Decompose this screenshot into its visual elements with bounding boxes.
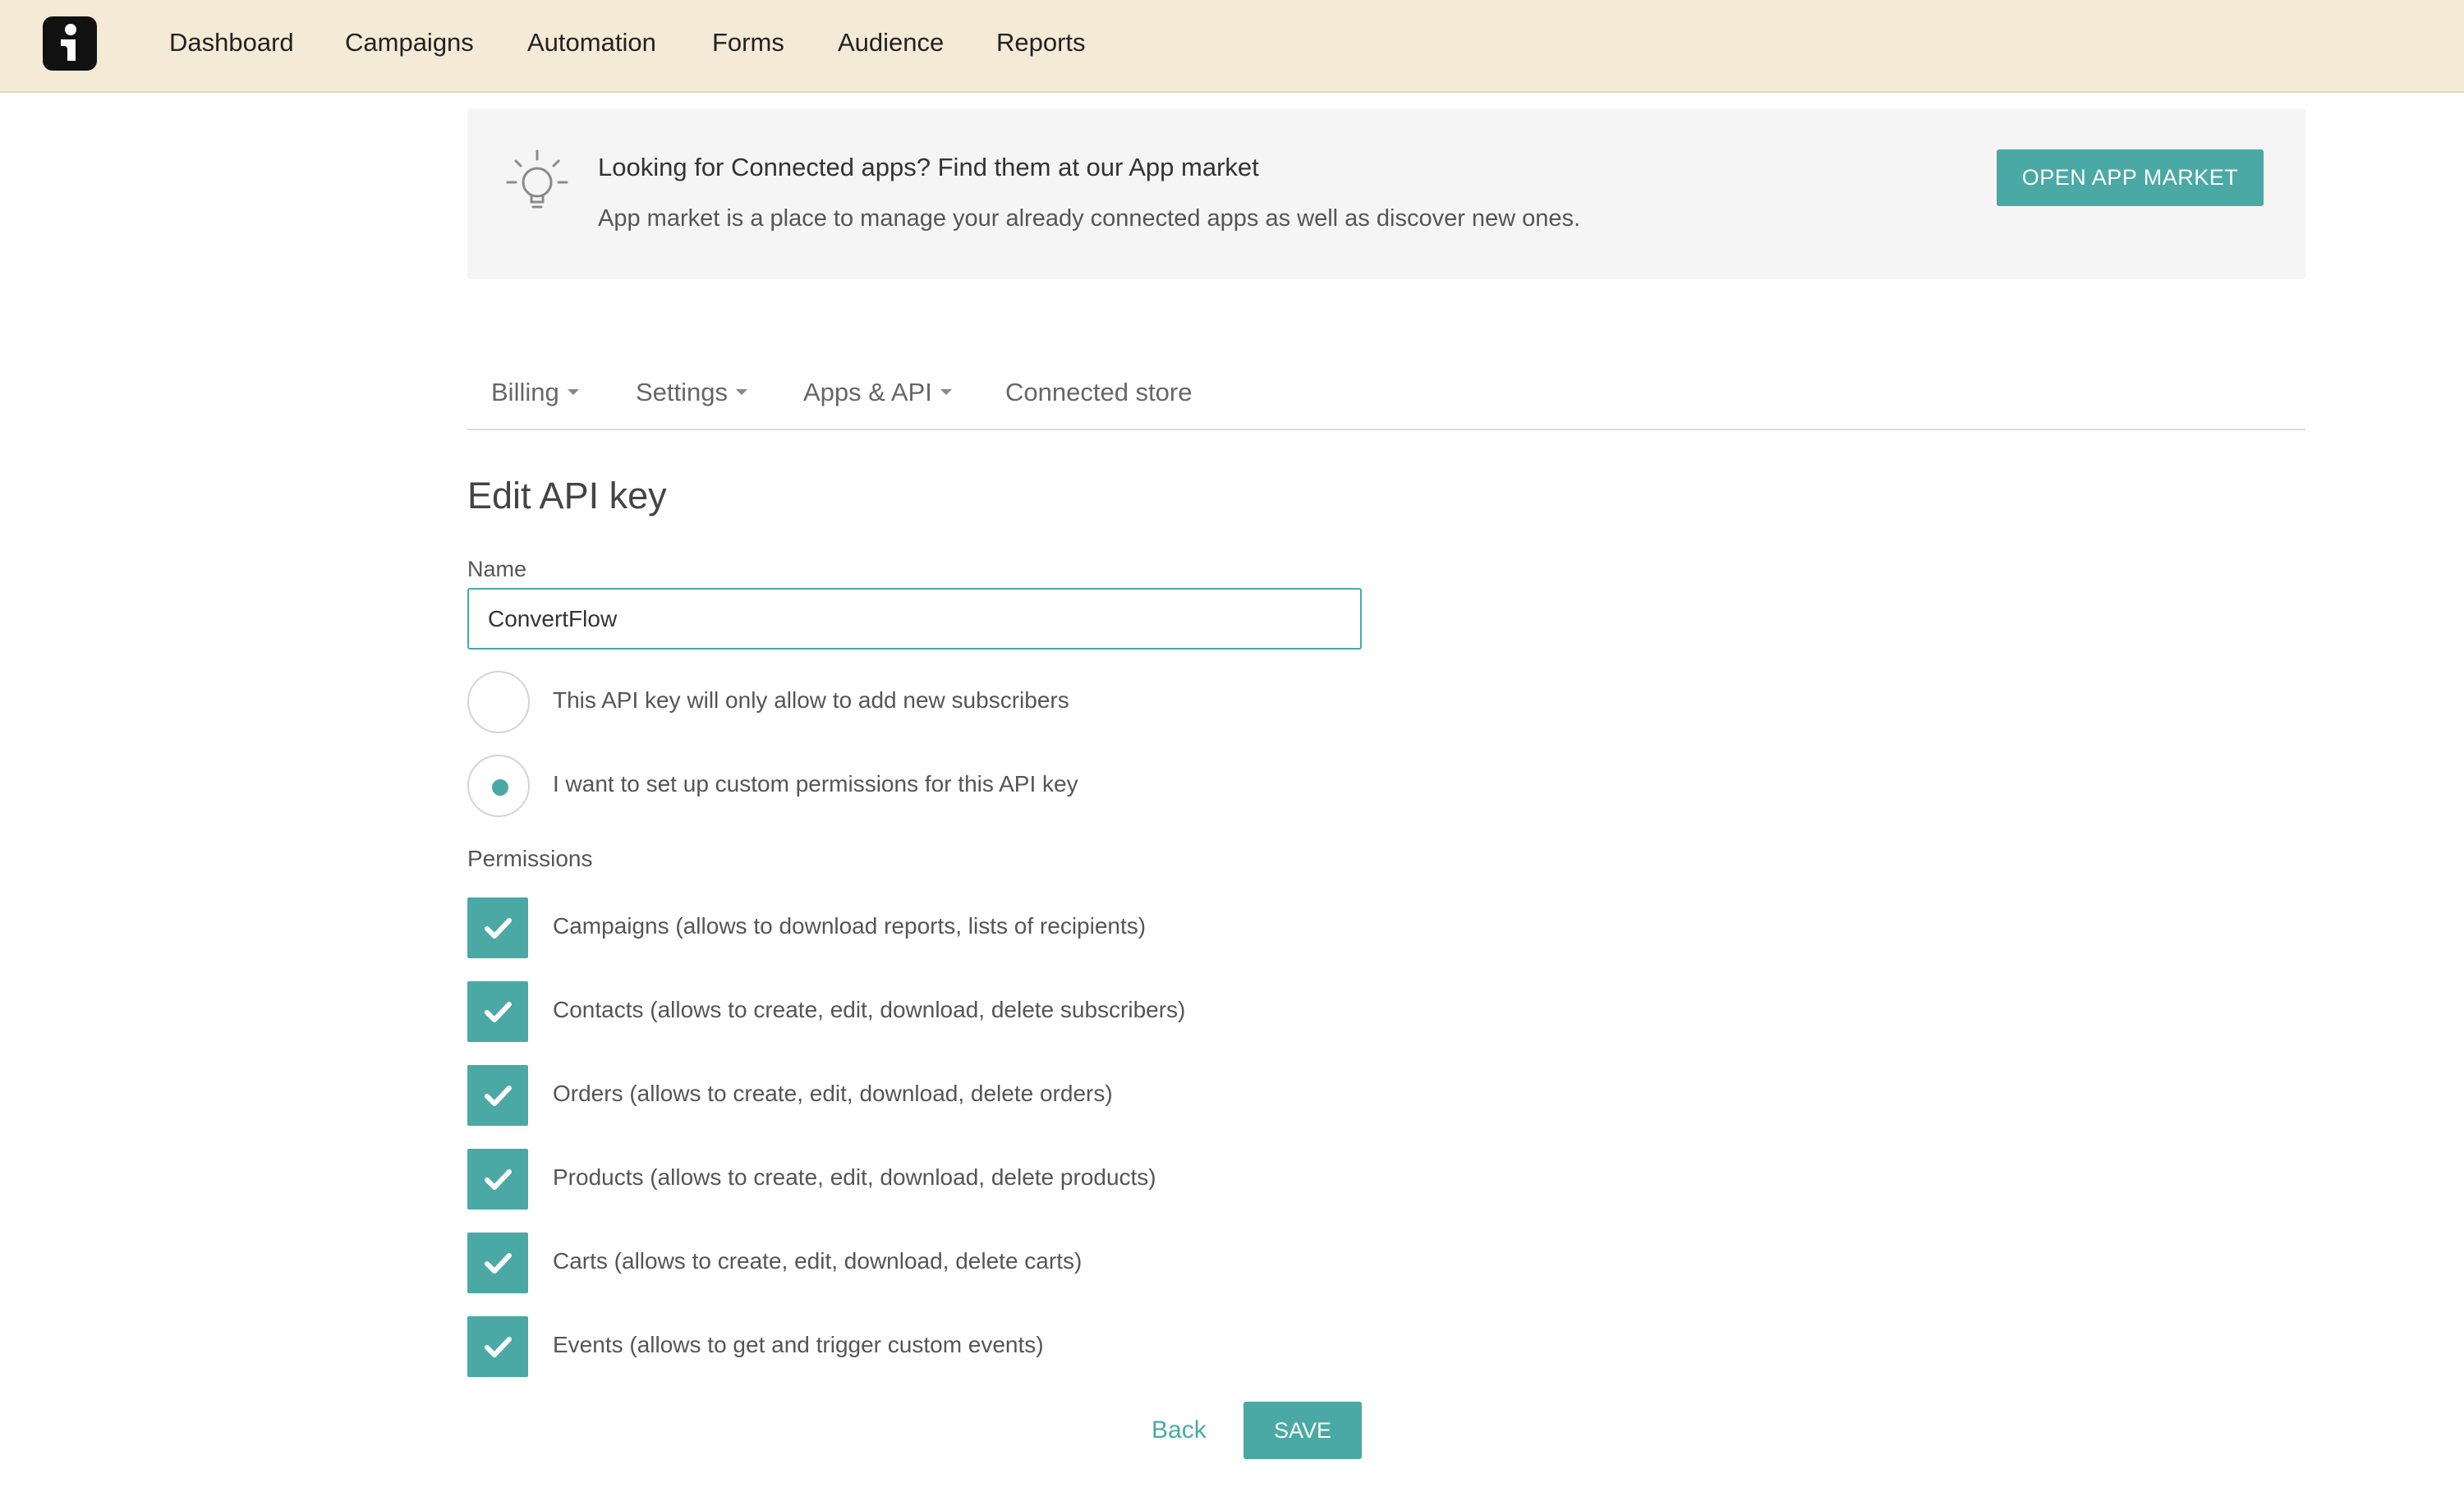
subnav-settings-label: Settings — [636, 378, 729, 406]
banner-description: App market is a place to manage your alr… — [598, 205, 1581, 232]
permissions-label: Permissions — [467, 846, 593, 871]
name-field-label: Name — [467, 557, 527, 581]
checkbox-checked[interactable] — [467, 981, 528, 1042]
checkmark-icon — [485, 1337, 512, 1357]
subnav-apps-api[interactable]: Apps & API — [803, 378, 952, 407]
caret-down-icon — [940, 389, 952, 396]
permission-label: Events (allows to get and trigger custom… — [553, 1332, 1044, 1357]
open-app-market-button[interactable]: OPEN APP MARKET — [1997, 149, 2264, 206]
checkbox-checked[interactable] — [467, 1065, 528, 1126]
subnav-connected-store[interactable]: Connected store — [1005, 378, 1192, 407]
nav-campaigns[interactable]: Campaigns — [345, 28, 474, 57]
nav-audience[interactable]: Audience — [838, 28, 944, 57]
account-subnav: Billing Settings Apps & API Connected st… — [467, 376, 2305, 430]
permission-campaigns[interactable]: Campaigns (allows to download reports, l… — [467, 897, 1617, 958]
permission-events[interactable]: Events (allows to get and trigger custom… — [467, 1316, 1617, 1377]
radio-dot-icon — [492, 779, 508, 796]
save-button[interactable]: SAVE — [1243, 1402, 1362, 1459]
subnav-apps-api-label: Apps & API — [803, 378, 932, 406]
checkbox-checked[interactable] — [467, 1316, 528, 1377]
checkmark-icon — [485, 918, 512, 939]
nav-dashboard[interactable]: Dashboard — [169, 28, 294, 57]
api-key-name-input[interactable] — [467, 588, 1362, 650]
nav-reports[interactable]: Reports — [996, 28, 1086, 57]
caret-down-icon — [567, 389, 579, 396]
radio-option-label: This API key will only allow to add new … — [553, 687, 1069, 713]
nav-automation[interactable]: Automation — [527, 28, 656, 57]
radio-button-unselected[interactable] — [467, 671, 530, 733]
page-title: Edit API key — [467, 475, 667, 516]
radio-add-subscribers-only[interactable]: This API key will only allow to add new … — [467, 671, 1453, 733]
back-link[interactable]: Back — [1152, 1416, 1207, 1444]
permission-label: Products (allows to create, edit, downlo… — [553, 1164, 1156, 1190]
nav-forms[interactable]: Forms — [712, 28, 784, 57]
permission-orders[interactable]: Orders (allows to create, edit, download… — [467, 1065, 1617, 1126]
permission-label: Orders (allows to create, edit, download… — [553, 1081, 1113, 1106]
permission-label: Campaigns (allows to download reports, l… — [553, 913, 1147, 939]
caret-down-icon — [736, 389, 748, 396]
lightbulb-icon — [506, 148, 568, 221]
checkmark-icon — [485, 1002, 512, 1022]
top-navigation-bar: Dashboard Campaigns Automation Forms Aud… — [0, 0, 2464, 93]
subnav-billing-label: Billing — [491, 378, 559, 406]
permission-label: Carts (allows to create, edit, download,… — [553, 1248, 1083, 1274]
app-market-banner: Looking for Connected apps? Find them at… — [467, 108, 2305, 279]
checkbox-checked[interactable] — [467, 1149, 528, 1210]
checkmark-icon — [485, 1086, 512, 1106]
radio-option-label: I want to set up custom permissions for … — [553, 771, 1078, 796]
brand-logo-icon[interactable] — [43, 16, 97, 71]
radio-button-selected[interactable] — [467, 755, 530, 817]
checkmark-icon — [485, 1169, 512, 1190]
subnav-settings[interactable]: Settings — [636, 378, 748, 407]
checkmark-icon — [485, 1253, 512, 1274]
banner-title: Looking for Connected apps? Find them at… — [598, 153, 1259, 181]
radio-custom-permissions[interactable]: I want to set up custom permissions for … — [467, 755, 1453, 817]
subnav-billing[interactable]: Billing — [491, 378, 579, 407]
permission-contacts[interactable]: Contacts (allows to create, edit, downlo… — [467, 981, 1617, 1042]
permission-products[interactable]: Products (allows to create, edit, downlo… — [467, 1149, 1617, 1210]
permission-label: Contacts (allows to create, edit, downlo… — [553, 997, 1186, 1022]
checkbox-checked[interactable] — [467, 897, 528, 958]
checkbox-checked[interactable] — [467, 1233, 528, 1293]
permission-carts[interactable]: Carts (allows to create, edit, download,… — [467, 1233, 1617, 1293]
